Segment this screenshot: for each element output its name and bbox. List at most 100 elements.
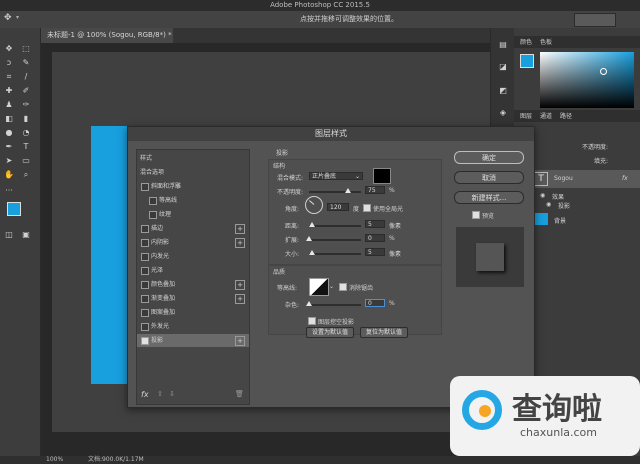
quick-mask-icon[interactable]: ◫ — [4, 230, 14, 240]
hand-tool-icon[interactable]: ✋ — [4, 170, 14, 180]
style-item[interactable]: 斜面和浮雕 — [137, 180, 249, 193]
crop-tool-icon[interactable]: ⌗ — [4, 72, 14, 82]
properties-panel-icon[interactable]: ◪ — [498, 62, 508, 72]
move-tool-icon[interactable]: ✥ — [4, 13, 12, 23]
move-up-icon[interactable]: ⇧ — [157, 390, 163, 398]
zoom-level[interactable]: 100% — [46, 456, 63, 464]
style-item-checkbox[interactable] — [141, 183, 149, 191]
add-effect-icon[interactable]: + — [235, 224, 245, 234]
blend-mode-select[interactable]: 正片叠底 ⌄ — [309, 172, 363, 180]
preview-checkbox[interactable] — [472, 211, 480, 219]
quick-select-icon[interactable]: ✎ — [21, 58, 31, 68]
zoom-tool-icon[interactable]: ⌕ — [21, 170, 31, 180]
tab-channels[interactable]: 通道 — [540, 111, 552, 120]
style-item-checkbox[interactable] — [149, 197, 157, 205]
layer-fx-badge[interactable]: fx — [622, 175, 628, 182]
style-item[interactable]: 内发光 — [137, 250, 249, 263]
type-tool-icon[interactable]: T — [21, 142, 31, 152]
foreground-color-swatch[interactable] — [7, 202, 21, 216]
angle-input[interactable]: 120 — [327, 203, 349, 211]
brush-tool-icon[interactable]: ✐ — [21, 86, 31, 96]
knockout-checkbox[interactable] — [308, 317, 316, 325]
spread-slider[interactable] — [306, 236, 361, 241]
move-down-icon[interactable]: ⇩ — [169, 390, 175, 398]
eyedropper-icon[interactable]: / — [21, 72, 31, 82]
healing-brush-icon[interactable]: ✚ — [4, 86, 14, 96]
opacity-slider[interactable] — [309, 188, 361, 193]
screen-mode-icon[interactable]: ▣ — [21, 230, 31, 240]
tab-paths[interactable]: 路径 — [560, 111, 572, 120]
marquee-tool-icon[interactable]: ⬚ — [21, 44, 31, 54]
document-tab[interactable]: 未标题-1 @ 100% (Sogou, RGB/8*) * — [41, 28, 173, 43]
pen-tool-icon[interactable]: ✒ — [4, 142, 14, 152]
add-effect-icon[interactable]: + — [235, 280, 245, 290]
layer-name[interactable]: Sogou — [554, 175, 573, 182]
style-item-checkbox[interactable] — [141, 267, 149, 275]
styles-header[interactable]: 样式 — [137, 152, 252, 165]
shape-tool-icon[interactable]: ▭ — [21, 156, 31, 166]
style-item-checkbox[interactable] — [149, 211, 157, 219]
eraser-tool-icon[interactable]: ◧ — [4, 114, 14, 124]
style-item[interactable]: 纹理 — [137, 208, 249, 221]
tab-swatches[interactable]: 色板 — [540, 37, 552, 46]
ok-button[interactable]: 确定 — [454, 151, 524, 164]
new-style-button[interactable]: 新建样式... — [454, 191, 524, 204]
add-effect-icon[interactable]: + — [235, 238, 245, 248]
spread-input[interactable]: 0 — [365, 234, 385, 242]
style-item[interactable]: 光泽 — [137, 264, 249, 277]
opacity-slider-thumb[interactable] — [345, 188, 351, 193]
history-brush-icon[interactable]: ✑ — [21, 100, 31, 110]
fx-menu-button[interactable]: fx — [141, 390, 149, 399]
style-item-checkbox[interactable] — [141, 337, 149, 345]
size-input[interactable]: 5 — [365, 248, 385, 256]
size-slider[interactable] — [308, 250, 361, 255]
style-item[interactable]: 投影 + — [137, 334, 249, 347]
contour-preview[interactable] — [309, 278, 329, 296]
lasso-tool-icon[interactable]: ↄ — [4, 58, 14, 68]
blur-tool-icon[interactable]: ● — [4, 128, 14, 138]
noise-slider[interactable] — [306, 301, 361, 306]
noise-input[interactable]: 0 — [365, 299, 385, 307]
libraries-panel-icon[interactable]: ◈ — [498, 108, 508, 118]
style-item[interactable]: 外发光 — [137, 320, 249, 333]
style-item-checkbox[interactable] — [141, 309, 149, 317]
history-panel-icon[interactable]: ▤ — [498, 40, 508, 50]
style-item[interactable]: 等高线 — [137, 194, 249, 207]
style-item-checkbox[interactable] — [141, 225, 149, 233]
style-item[interactable]: 渐变叠加 + — [137, 292, 249, 305]
style-item-checkbox[interactable] — [141, 253, 149, 261]
layer-row-background[interactable]: 背景 — [532, 212, 640, 228]
global-light-checkbox[interactable] — [363, 204, 371, 212]
cancel-button[interactable]: 取消 — [454, 171, 524, 184]
document-info[interactable]: 文档:900.0K/1.17M — [88, 456, 144, 464]
noise-slider-thumb[interactable] — [306, 301, 312, 306]
size-slider-thumb[interactable] — [308, 250, 315, 255]
style-item-checkbox[interactable] — [141, 281, 149, 289]
add-effect-icon[interactable]: + — [235, 336, 245, 346]
blend-options-item[interactable]: 混合选项 — [137, 166, 252, 179]
make-default-button[interactable]: 设置为默认值 — [306, 327, 354, 338]
move-tool-icon[interactable]: ✥ — [4, 44, 14, 54]
angle-dial[interactable] — [305, 196, 323, 214]
distance-slider-thumb[interactable] — [308, 222, 315, 227]
trash-icon[interactable]: 🗑 — [235, 390, 244, 398]
panel-foreground-swatch[interactable] — [520, 54, 534, 68]
gradient-tool-icon[interactable]: ▮ — [21, 114, 31, 124]
shadow-color-swatch[interactable] — [373, 168, 391, 184]
style-item[interactable]: 内阴影 + — [137, 236, 249, 249]
eye-icon[interactable]: ◉ — [546, 201, 551, 208]
tab-color[interactable]: 颜色 — [520, 37, 532, 46]
color-picker-cursor[interactable] — [600, 68, 607, 75]
dodge-tool-icon[interactable]: ◔ — [21, 128, 31, 138]
style-item[interactable]: 颜色叠加 + — [137, 278, 249, 291]
style-item-checkbox[interactable] — [141, 239, 149, 247]
more-tools-icon[interactable]: ··· — [4, 186, 14, 196]
reset-default-button[interactable]: 复位为默认值 — [360, 327, 408, 338]
anti-alias-checkbox[interactable] — [339, 283, 347, 291]
color-picker-field[interactable] — [540, 52, 634, 108]
style-item-checkbox[interactable] — [141, 323, 149, 331]
layer-row-text[interactable]: T Sogou fx — [532, 170, 640, 188]
style-item[interactable]: 图案叠加 — [137, 306, 249, 319]
style-item[interactable]: 描边 + — [137, 222, 249, 235]
style-item-checkbox[interactable] — [141, 295, 149, 303]
